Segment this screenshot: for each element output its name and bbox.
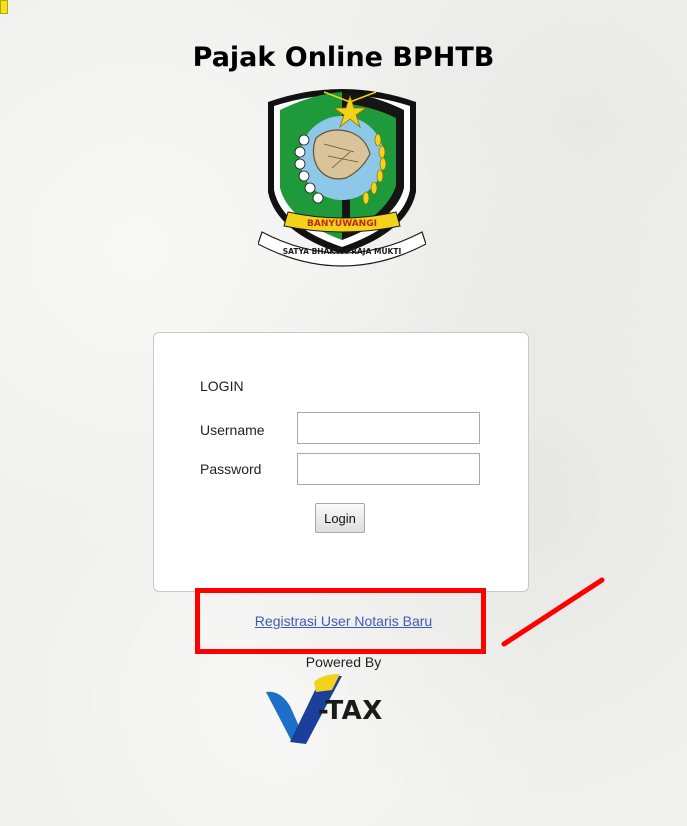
username-label: Username xyxy=(200,422,265,438)
username-input[interactable] xyxy=(297,412,480,444)
password-input[interactable] xyxy=(297,453,480,485)
page-background: Pajak Online BPHTB BANYUWANGI SATYA BHAK… xyxy=(0,0,687,826)
vtax-logo-text: -TAX xyxy=(318,696,383,726)
emblem-motto-text: SATYA BHAKTI PRAJA MUKTI xyxy=(283,247,402,256)
login-panel: LOGIN Username Password Login xyxy=(153,332,529,592)
page-title: Pajak Online BPHTB xyxy=(192,42,495,73)
login-heading: LOGIN xyxy=(200,378,244,394)
corner-marker xyxy=(0,0,8,14)
password-label: Password xyxy=(200,461,262,477)
banyuwangi-emblem-icon: BANYUWANGI SATYA BHAKTI PRAJA MUKTI xyxy=(258,89,426,267)
powered-by-label: Powered By xyxy=(305,654,382,670)
annotation-line xyxy=(501,577,605,647)
emblem-banner-text: BANYUWANGI xyxy=(307,219,377,229)
login-button[interactable]: Login xyxy=(315,503,365,533)
